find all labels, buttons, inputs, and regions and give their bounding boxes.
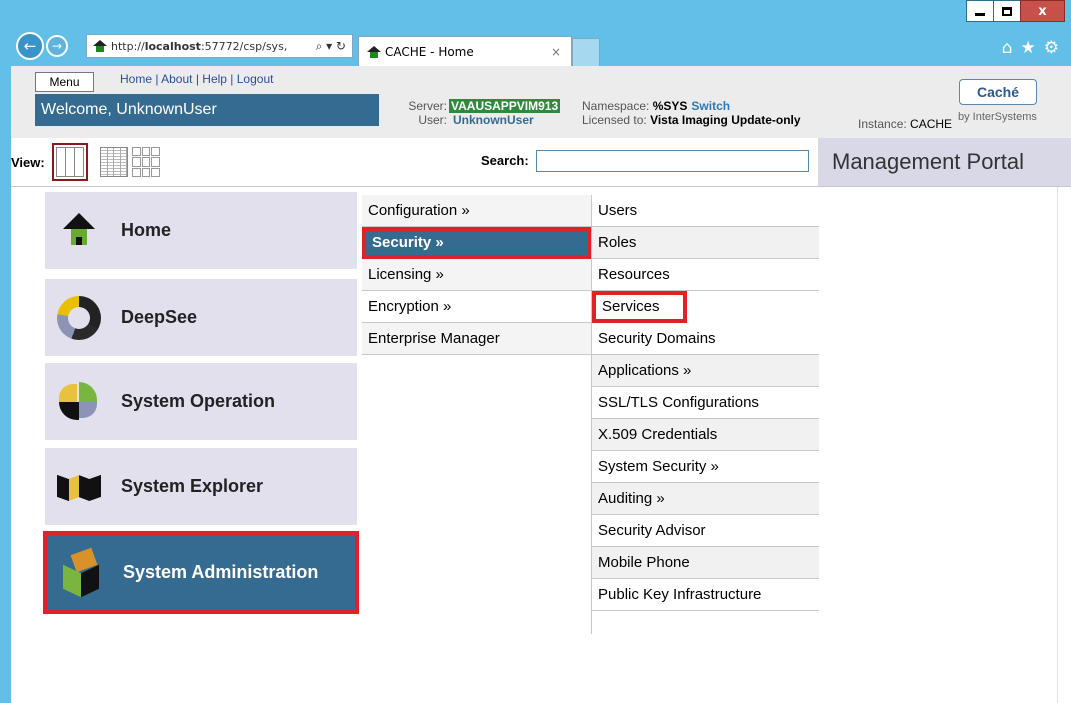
system-administration-icon	[59, 547, 103, 597]
submenu-item-pki[interactable]: Public Key Infrastructure	[592, 579, 819, 611]
list-view-icon	[100, 147, 128, 177]
submenu-item-ssl-tls[interactable]: SSL/TLS Configurations	[592, 387, 819, 419]
licensed-label: Licensed to:	[582, 113, 647, 127]
address-bar[interactable]: http://localhost:57772/csp/sys, ⌕ ▾ ↻	[86, 34, 353, 58]
favorites-star-icon[interactable]: ★	[1021, 38, 1036, 58]
portal-header: Menu Home | About | Help | Logout Welcom…	[11, 66, 1071, 138]
instance-info: Instance: CACHE	[858, 117, 953, 131]
maximize-button[interactable]	[993, 0, 1021, 22]
server-value: VAAUSAPPVIM913	[449, 99, 561, 113]
namespace-value: %SYS	[652, 99, 688, 113]
submenu-item-users[interactable]: Users	[592, 195, 819, 227]
welcome-banner: Welcome, UnknownUser	[35, 94, 379, 126]
tile-label: System Administration	[123, 562, 319, 582]
grid-view-icon	[132, 147, 160, 177]
view-label: View:	[11, 155, 45, 170]
tab-favicon-icon	[367, 45, 381, 58]
menu-item-configuration[interactable]: Configuration »	[362, 195, 592, 227]
view-list-button[interactable]	[96, 143, 132, 181]
system-explorer-icon	[57, 465, 101, 509]
address-url: http://localhost:57772/csp/sys,	[111, 39, 288, 53]
close-window-button[interactable]: x	[1020, 0, 1065, 22]
submenu-item-security-domains[interactable]: Security Domains	[592, 323, 819, 355]
view-columns-button[interactable]	[52, 143, 88, 181]
home-browser-icon[interactable]: ⌂	[1002, 38, 1013, 58]
submenu-item-auditing[interactable]: Auditing »	[592, 483, 819, 515]
switch-namespace-link[interactable]: Switch	[691, 99, 730, 113]
address-tools-icons[interactable]: ⌕ ▾ ↻	[316, 39, 352, 54]
tab-close-icon[interactable]: ×	[551, 45, 561, 59]
tile-label: DeepSee	[121, 307, 198, 327]
portal-title: Management Portal	[818, 138, 1071, 186]
settings-gear-icon[interactable]: ⚙	[1044, 38, 1059, 58]
system-operation-icon	[57, 380, 101, 424]
site-home-icon	[93, 40, 107, 52]
maximize-icon	[1002, 6, 1012, 16]
tile-label: System Explorer	[121, 476, 264, 496]
submenu-item-security-advisor[interactable]: Security Advisor	[592, 515, 819, 547]
submenu-item-resources[interactable]: Resources	[592, 259, 819, 291]
submenu-item-system-security[interactable]: System Security »	[592, 451, 819, 483]
scrollbar-track[interactable]	[1057, 187, 1071, 703]
top-links[interactable]: Home | About | Help | Logout	[120, 72, 273, 86]
server-label: Server:	[408, 99, 447, 113]
back-button[interactable]: ←	[16, 32, 44, 60]
back-arrow-icon: ←	[23, 37, 37, 55]
menu-level-1: Configuration » Security » Licensing » E…	[362, 195, 592, 355]
submenu-item-x509[interactable]: X.509 Credentials	[592, 419, 819, 451]
search-label: Search:	[481, 153, 529, 168]
home-icon	[57, 209, 101, 253]
tile-label: System Operation	[121, 391, 276, 411]
instance-value: CACHE	[910, 117, 953, 131]
namespace-label: Namespace:	[582, 99, 650, 113]
window-left-border	[0, 66, 11, 703]
submenu-item-mobile-phone[interactable]: Mobile Phone	[592, 547, 819, 579]
user-label: User:	[418, 113, 447, 127]
namespace-info: Namespace: %SYS Switch Licensed to: Vista…	[582, 99, 801, 127]
submenu-item-applications[interactable]: Applications »	[592, 355, 819, 387]
user-value: UnknownUser	[453, 113, 534, 127]
menu-button[interactable]: Menu	[35, 72, 94, 92]
tile-home[interactable]: Home	[45, 192, 357, 269]
new-tab-button[interactable]	[572, 38, 600, 66]
menu-item-enterprise-manager[interactable]: Enterprise Manager	[362, 323, 592, 355]
minimize-button[interactable]	[966, 0, 994, 22]
server-info: Server: VAAUSAPPVIM913 User: UnknownUser	[391, 99, 561, 127]
minimize-icon	[975, 12, 985, 16]
forward-arrow-icon: →	[51, 39, 63, 53]
tile-system-operation[interactable]: System Operation	[45, 363, 357, 440]
by-intersystems: by InterSystems	[958, 111, 1037, 123]
window-controls: x	[966, 0, 1065, 22]
browser-toolbar-icons: ⌂ ★ ⚙	[1002, 38, 1059, 58]
tile-system-administration[interactable]: System Administration	[43, 531, 359, 614]
cache-button[interactable]: Caché	[959, 79, 1037, 105]
menu-level-2: Users Roles Resources Services Security …	[591, 195, 819, 634]
browser-tab[interactable]: CACHE - Home ×	[358, 36, 572, 66]
tile-system-explorer[interactable]: System Explorer	[45, 448, 357, 525]
browser-chrome: x ← → http://localhost:57772/csp/sys, ⌕ …	[0, 0, 1071, 66]
columns-view-icon	[56, 147, 84, 177]
submenu-item-services[interactable]: Services	[592, 291, 687, 323]
tile-label: Home	[121, 220, 172, 240]
view-search-bar: View: Search: Management Portal	[11, 138, 1071, 187]
menu-item-licensing[interactable]: Licensing »	[362, 259, 592, 291]
view-grid-button[interactable]	[128, 143, 164, 181]
menu-item-security[interactable]: Security »	[362, 227, 592, 259]
search-input[interactable]	[536, 150, 809, 172]
forward-button[interactable]: →	[46, 35, 68, 57]
tile-deepsee[interactable]: DeepSee	[45, 279, 357, 356]
menu-item-encryption[interactable]: Encryption »	[362, 291, 592, 323]
deepsee-icon	[57, 295, 101, 340]
submenu-item-roles[interactable]: Roles	[592, 227, 819, 259]
licensed-value: Vista Imaging Update-only	[650, 113, 801, 127]
tab-title: CACHE - Home	[385, 44, 474, 59]
screen: x ← → http://localhost:57772/csp/sys, ⌕ …	[0, 0, 1071, 703]
